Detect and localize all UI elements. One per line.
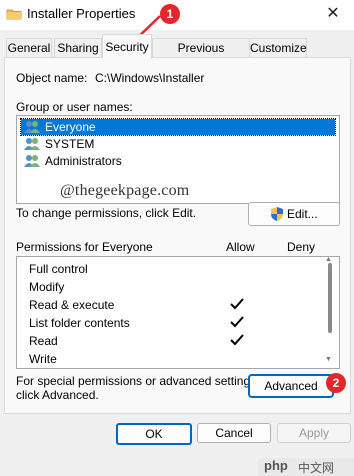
ok-button[interactable]: OK — [116, 423, 192, 445]
window-title: Installer Properties — [27, 6, 136, 21]
scroll-up-icon[interactable]: ▲ — [325, 257, 332, 263]
edit-button-label: Edit... — [287, 207, 318, 221]
uac-shield-icon — [271, 207, 283, 221]
group-item-everyone[interactable]: Everyone — [20, 118, 336, 136]
watermark: @thegeekpage.com — [60, 182, 190, 199]
group-item-system[interactable]: SYSTEM — [21, 136, 335, 152]
tab-general[interactable]: General — [6, 38, 52, 58]
tab-customize[interactable]: Customize — [249, 38, 307, 58]
edit-button[interactable]: Edit... — [248, 202, 340, 226]
permission-row: Modify — [29, 278, 319, 296]
special-permissions-text-2: click Advanced. — [16, 388, 99, 402]
check-icon — [230, 298, 244, 310]
close-icon[interactable]: ✕ — [318, 2, 348, 26]
permission-row: Read & execute — [29, 296, 319, 314]
permission-row: List folder contents — [29, 314, 319, 332]
permissions-list[interactable]: Full control Modify Read & execute List … — [16, 256, 340, 369]
permission-row: Read — [29, 332, 319, 350]
allow-column-header: Allow — [226, 240, 255, 254]
deny-column-header: Deny — [287, 240, 316, 254]
cancel-button[interactable]: Cancel — [197, 423, 271, 443]
permission-name: Write — [29, 352, 57, 366]
step-badge-2: 2 — [326, 373, 346, 393]
users-icon — [24, 121, 40, 133]
scrollbar-thumb[interactable] — [328, 263, 332, 333]
group-names-label: Group or user names: — [16, 100, 133, 114]
users-icon — [24, 138, 40, 150]
tab-previous-versions[interactable]: Previous Versions — [152, 38, 250, 74]
php-logo-cn: 中文网 — [298, 461, 335, 475]
permission-row: Full control — [29, 260, 319, 278]
step-badge-1: 1 — [160, 4, 180, 24]
apply-button[interactable]: Apply — [277, 423, 351, 443]
check-icon — [230, 316, 244, 328]
permission-name: Read — [29, 334, 58, 348]
change-permissions-text: To change permissions, click Edit. — [16, 206, 197, 220]
scroll-down-icon[interactable]: ▼ — [325, 356, 332, 363]
group-item-administrators[interactable]: Administrators — [21, 153, 335, 169]
check-icon — [230, 334, 244, 346]
permission-row: Write — [29, 350, 319, 368]
permission-name: List folder contents — [29, 316, 130, 330]
users-icon — [24, 155, 40, 167]
tab-security[interactable]: Security — [102, 34, 152, 59]
special-permissions-text: For special permissions or advanced sett… — [16, 374, 260, 388]
group-label-everyone: Everyone — [45, 120, 96, 134]
permission-name: Modify — [29, 280, 65, 294]
permission-name: Read & execute — [29, 298, 115, 312]
object-name-label: Object name: — [16, 71, 88, 85]
group-label-administrators: Administrators — [45, 154, 122, 168]
tab-sharing[interactable]: Sharing — [54, 38, 102, 58]
advanced-button[interactable]: Advanced — [248, 374, 334, 398]
folder-icon — [6, 9, 22, 20]
php-logo: php 中文网 — [258, 458, 354, 476]
group-label-system: SYSTEM — [45, 137, 95, 151]
permissions-label: Permissions for Everyone — [16, 240, 153, 254]
object-name-value: C:\Windows\Installer — [95, 71, 205, 85]
php-logo-text: php — [264, 458, 288, 473]
permission-name: Full control — [29, 262, 88, 276]
